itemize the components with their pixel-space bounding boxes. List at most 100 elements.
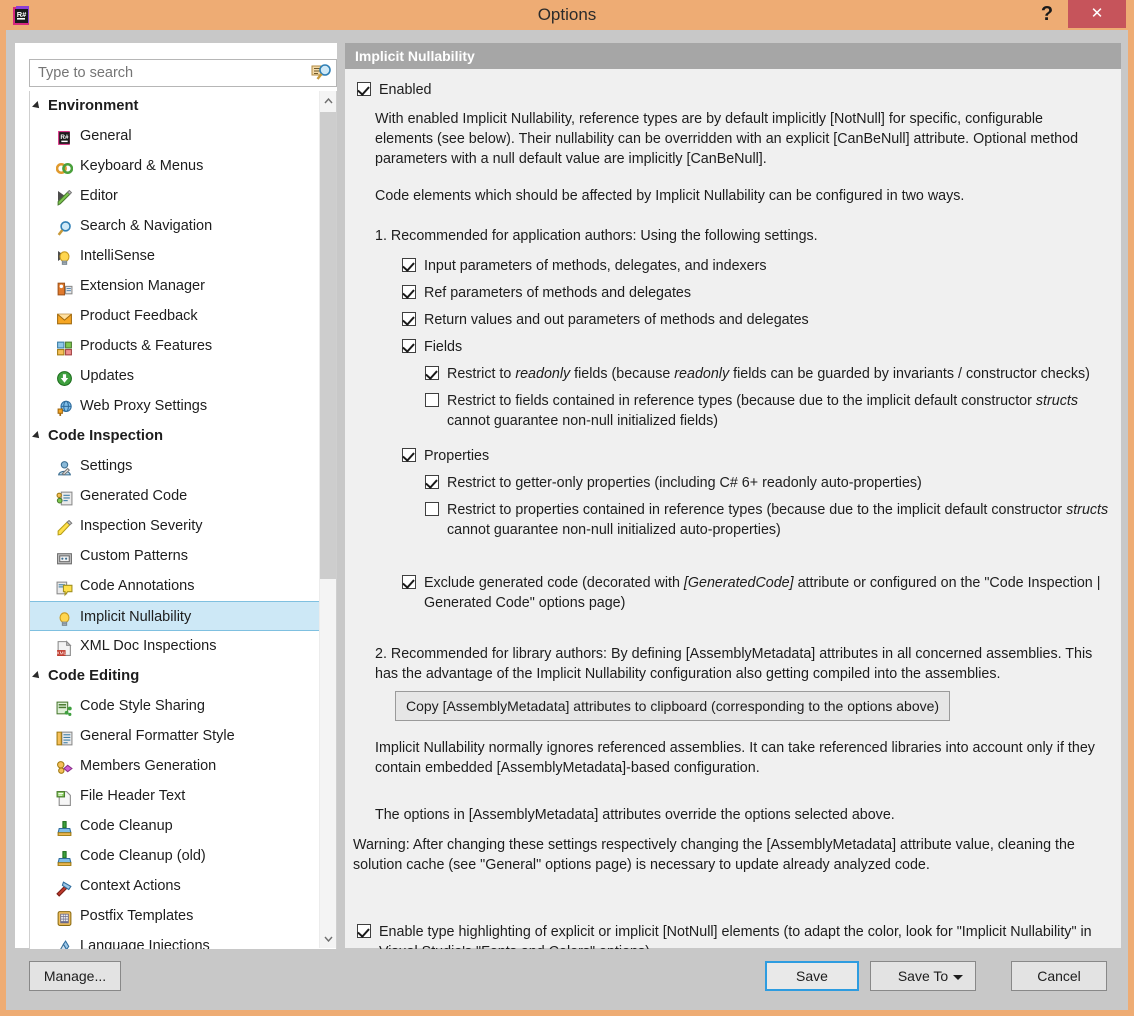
- option-ref-parameters-row[interactable]: Ref parameters of methods and delegates: [402, 283, 1102, 303]
- sidebar-item-custom-patterns[interactable]: Custom Patterns: [30, 541, 320, 571]
- members-icon: [56, 758, 73, 775]
- option-fields-row[interactable]: Fields: [402, 337, 1102, 357]
- manage-button[interactable]: Manage...: [29, 961, 121, 991]
- section1-heading: 1. Recommended for application authors: …: [375, 226, 1097, 246]
- group-expander-icon[interactable]: [32, 101, 42, 111]
- sidebar-item-settings[interactable]: Settings: [30, 451, 320, 481]
- sidebar-item-implicit-nullability[interactable]: Implicit Nullability: [30, 601, 320, 631]
- option-fields-checkbox[interactable]: [402, 339, 416, 353]
- sidebar-item-postfix-templates[interactable]: Postfix Templates: [30, 901, 320, 931]
- option-properties-row[interactable]: Properties: [402, 446, 1102, 466]
- search-input[interactable]: [30, 60, 305, 86]
- sidebar-item-label: Settings: [80, 451, 132, 481]
- option-restrict-properties-reference-types-row[interactable]: Restrict to properties contained in refe…: [425, 500, 1115, 540]
- search-box[interactable]: [29, 59, 337, 87]
- extension-icon: [56, 278, 73, 295]
- sidebar-item-environment[interactable]: Environment: [30, 91, 320, 121]
- sidebar-item-keyboard-menus[interactable]: Keyboard & Menus: [30, 151, 320, 181]
- sidebar-item-label: Code Cleanup (old): [80, 841, 206, 871]
- sidebar-item-label: Web Proxy Settings: [80, 391, 207, 421]
- sidebar-item-editor[interactable]: Editor: [30, 181, 320, 211]
- sidebar-item-code-editing[interactable]: Code Editing: [30, 661, 320, 691]
- person-settings-icon: [56, 458, 73, 475]
- cancel-button[interactable]: Cancel: [1011, 961, 1107, 991]
- window-title: Options: [0, 0, 1134, 30]
- sidebar-item-code-style-sharing[interactable]: Code Style Sharing: [30, 691, 320, 721]
- scroll-up-button[interactable]: [320, 91, 337, 110]
- close-button[interactable]: ✕: [1068, 0, 1126, 28]
- help-button[interactable]: ?: [1030, 0, 1064, 28]
- enabled-label: Enabled: [357, 80, 1097, 100]
- sidebar-item-label: Code Annotations: [80, 571, 194, 601]
- sidebar-item-search-navigation[interactable]: Search & Navigation: [30, 211, 320, 241]
- sidebar-item-xml-doc-inspections[interactable]: XMLXML Doc Inspections: [30, 631, 320, 661]
- option-exclude-generated-code-label: Exclude generated code (decorated with […: [402, 573, 1102, 613]
- sidebar-item-file-header-text[interactable]: File Header Text: [30, 781, 320, 811]
- hammer-icon: [56, 878, 73, 895]
- sidebar-item-extension-manager[interactable]: Extension Manager: [30, 271, 320, 301]
- sidebar-item-updates[interactable]: Updates: [30, 361, 320, 391]
- option-restrict-properties-reference-types-checkbox[interactable]: [425, 502, 439, 516]
- sidebar-item-code-annotations[interactable]: Code Annotations: [30, 571, 320, 601]
- option-exclude-generated-code-checkbox[interactable]: [402, 575, 416, 589]
- sidebar-item-label: Code Style Sharing: [80, 691, 205, 721]
- option-properties-checkbox[interactable]: [402, 448, 416, 462]
- option-type-highlighting-checkbox[interactable]: [357, 924, 371, 938]
- sidebar-item-inspection-severity[interactable]: Inspection Severity: [30, 511, 320, 541]
- enabled-checkbox-row[interactable]: Enabled: [357, 80, 1097, 100]
- tree-scrollbar[interactable]: [319, 91, 336, 948]
- sidebar-item-label: Product Feedback: [80, 301, 198, 331]
- sidebar-item-general[interactable]: R#General: [30, 121, 320, 151]
- sidebar-item-language-injections[interactable]: Language Injections: [30, 931, 320, 950]
- products-icon: [56, 338, 73, 355]
- sidebar-item-label: Postfix Templates: [80, 901, 193, 931]
- sidebar-item-product-feedback[interactable]: Product Feedback: [30, 301, 320, 331]
- annotation-icon: [56, 578, 73, 595]
- sidebar-item-web-proxy-settings[interactable]: Web Proxy Settings: [30, 391, 320, 421]
- group-expander-icon[interactable]: [32, 431, 42, 441]
- sidebar-item-generated-code[interactable]: Generated Code: [30, 481, 320, 511]
- scroll-down-button[interactable]: [320, 929, 337, 948]
- sidebar-item-code-inspection[interactable]: Code Inspection: [30, 421, 320, 451]
- sidebar-item-label: Code Editing: [48, 661, 139, 691]
- option-restrict-fields-reference-types-checkbox[interactable]: [425, 393, 439, 407]
- navigation-panel: EnvironmentR#GeneralKeyboard & MenusEdit…: [15, 43, 337, 948]
- option-return-values-row[interactable]: Return values and out parameters of meth…: [402, 310, 1102, 330]
- enabled-checkbox[interactable]: [357, 82, 371, 96]
- sidebar-item-members-generation[interactable]: Members Generation: [30, 751, 320, 781]
- option-restrict-getter-only-checkbox[interactable]: [425, 475, 439, 489]
- option-restrict-getter-only-label: Restrict to getter-only properties (incl…: [425, 473, 1115, 493]
- sidebar-item-context-actions[interactable]: Context Actions: [30, 871, 320, 901]
- sidebar-item-code-cleanup-old[interactable]: Code Cleanup (old): [30, 841, 320, 871]
- option-return-values-checkbox[interactable]: [402, 312, 416, 326]
- sidebar-item-label: Members Generation: [80, 751, 216, 781]
- option-restrict-getter-only-row[interactable]: Restrict to getter-only properties (incl…: [425, 473, 1115, 493]
- options-tree[interactable]: EnvironmentR#GeneralKeyboard & MenusEdit…: [29, 91, 337, 950]
- option-ref-parameters-checkbox[interactable]: [402, 285, 416, 299]
- scrollbar-thumb[interactable]: [320, 112, 337, 579]
- option-exclude-generated-code-row[interactable]: Exclude generated code (decorated with […: [402, 573, 1102, 613]
- intro-paragraph: With enabled Implicit Nullability, refer…: [375, 109, 1097, 169]
- option-restrict-readonly-fields-checkbox[interactable]: [425, 366, 439, 380]
- sidebar-item-products-features[interactable]: Products & Features: [30, 331, 320, 361]
- search-icon[interactable]: [311, 63, 333, 83]
- sidebar-item-label: Inspection Severity: [80, 511, 203, 541]
- sidebar-item-label: Keyboard & Menus: [80, 151, 203, 181]
- sidebar-item-intellisense[interactable]: IntelliSense: [30, 241, 320, 271]
- lightbulb-icon: [56, 609, 73, 626]
- option-input-parameters-checkbox[interactable]: [402, 258, 416, 272]
- formatter-icon: [56, 728, 73, 745]
- sidebar-item-label: Editor: [80, 181, 118, 211]
- option-restrict-fields-reference-types-row[interactable]: Restrict to fields contained in referenc…: [425, 391, 1115, 431]
- group-expander-icon[interactable]: [32, 671, 42, 681]
- resharper-icon: R#: [56, 128, 73, 145]
- sidebar-item-general-formatter-style[interactable]: General Formatter Style: [30, 721, 320, 751]
- option-restrict-readonly-fields-row[interactable]: Restrict to readonly fields (because rea…: [425, 364, 1115, 384]
- copy-assemblymetadata-button[interactable]: Copy [AssemblyMetadata] attributes to cl…: [395, 691, 950, 721]
- save-button[interactable]: Save: [765, 961, 859, 991]
- option-input-parameters-row[interactable]: Input parameters of methods, delegates, …: [402, 256, 1102, 276]
- section2-paragraph: 2. Recommended for library authors: By d…: [375, 644, 1115, 684]
- save-to-button[interactable]: Save To: [870, 961, 976, 991]
- sidebar-item-code-cleanup[interactable]: Code Cleanup: [30, 811, 320, 841]
- options-tree-list: EnvironmentR#GeneralKeyboard & MenusEdit…: [30, 91, 320, 950]
